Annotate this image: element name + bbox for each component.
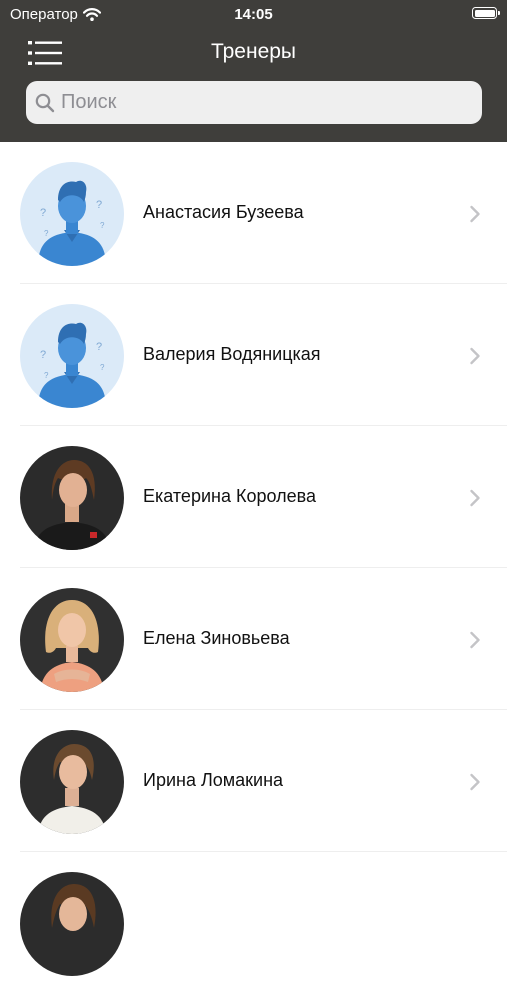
svg-text:?: ? — [100, 363, 105, 372]
battery-level — [474, 9, 495, 17]
avatar-photo — [20, 872, 124, 976]
status-time: 14:05 — [234, 6, 273, 23]
trainer-row[interactable]: Екатерина Королева — [0, 426, 507, 568]
status-bar: Оператор 14:05 — [0, 0, 507, 28]
battery-icon — [472, 7, 500, 19]
nav-bar: Тренеры — [0, 28, 507, 76]
avatar-placeholder: ? ? ? ? — [20, 162, 124, 266]
trainer-name: Валерия Водяницкая — [143, 344, 321, 364]
svg-text:?: ? — [44, 371, 49, 380]
chevron-right-icon — [470, 489, 480, 507]
avatar-photo — [20, 588, 124, 692]
svg-text:?: ? — [44, 229, 49, 238]
chevron-right-icon — [470, 347, 480, 365]
avatar-placeholder: ? ? ? ? — [20, 304, 124, 408]
svg-text:?: ? — [40, 207, 46, 219]
trainer-list: ? ? ? ? Анастасия Бузеева ? ? ? ? Валери… — [0, 142, 507, 994]
svg-text:?: ? — [96, 341, 102, 353]
trainer-name: Ирина Ломакина — [143, 770, 284, 790]
trainer-row[interactable]: Ирина Ломакина — [0, 710, 507, 852]
trainer-name: Екатерина Королева — [143, 486, 316, 506]
trainer-name: Анастасия Бузеева — [143, 202, 304, 222]
avatar-photo — [20, 730, 124, 834]
trainer-row[interactable] — [0, 852, 507, 994]
trainer-row[interactable]: Елена Зиновьева — [0, 568, 507, 710]
trainer-row[interactable]: ? ? ? ? Анастасия Бузеева — [0, 142, 507, 284]
avatar-photo — [20, 446, 124, 550]
search-icon — [35, 93, 55, 112]
chevron-right-icon — [470, 631, 480, 649]
search-input[interactable] — [61, 91, 461, 114]
header: Оператор 14:05 Тренеры — [0, 0, 507, 142]
page-title: Тренеры — [210, 40, 297, 63]
svg-text:?: ? — [96, 199, 102, 211]
search-bar[interactable] — [26, 81, 482, 124]
svg-text:?: ? — [40, 349, 46, 361]
chevron-right-icon — [470, 205, 480, 223]
chevron-right-icon — [470, 773, 480, 791]
trainer-name: Елена Зиновьева — [143, 628, 290, 648]
trainer-row[interactable]: ? ? ? ? Валерия Водяницкая — [0, 284, 507, 426]
svg-text:?: ? — [100, 221, 105, 230]
